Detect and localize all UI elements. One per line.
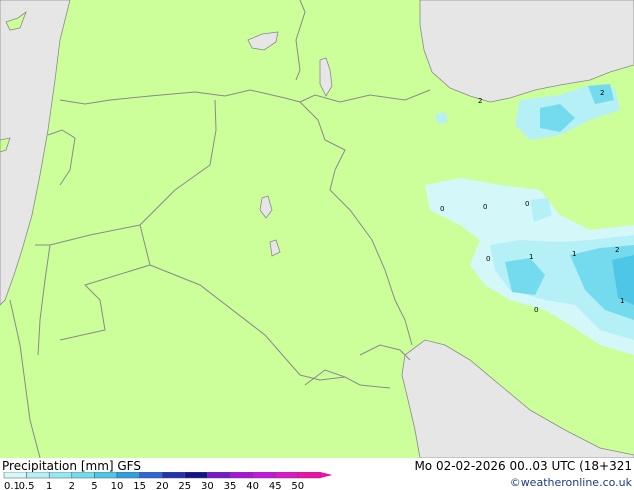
legend-label: 45 xyxy=(269,481,282,490)
legend-swatch xyxy=(184,472,208,479)
legend-label: 5 xyxy=(91,481,97,490)
precip-label: 0 xyxy=(525,200,529,208)
legend-swatch xyxy=(116,472,140,479)
precip-legend: 0.10.5 1 2 5 10 15 20 25 30 35 40 45 50 xyxy=(3,472,333,490)
legend-label: 2 xyxy=(69,481,75,490)
legend-swatch xyxy=(161,472,186,479)
precip-label: 0 xyxy=(440,205,444,213)
precip-label: 1 xyxy=(529,253,533,261)
legend-label: 20 xyxy=(156,481,169,490)
precip-label: 0 xyxy=(486,255,490,263)
legend-swatch xyxy=(207,472,231,479)
legend-label: 10 xyxy=(111,481,124,490)
legend-swatch xyxy=(252,472,276,479)
legend-swatch xyxy=(94,472,118,479)
legend-label: 50 xyxy=(291,481,304,490)
precip-label: 0 xyxy=(483,203,487,211)
legend-swatch xyxy=(274,472,299,479)
legend-label: 25 xyxy=(178,481,191,490)
legend-label: 30 xyxy=(201,481,214,490)
valid-datetime: Mo 02-02-2026 00..03 UTC (18+321 xyxy=(414,459,632,473)
precipitation-map: 2 2 0 0 0 0 1 1 2 1 0 xyxy=(0,0,634,458)
legend-swatch xyxy=(48,472,73,479)
legend-label: 35 xyxy=(224,481,237,490)
legend-label: 1 xyxy=(46,481,52,490)
legend-arrow xyxy=(320,472,333,478)
legend-swatches xyxy=(3,472,333,479)
precip-label: 1 xyxy=(572,250,576,258)
legend-label: 0.1 xyxy=(4,481,20,490)
map-svg: 2 2 0 0 0 0 1 1 2 1 0 xyxy=(0,0,634,458)
legend-swatch xyxy=(229,472,253,479)
credit-link[interactable]: ©weatheronline.co.uk xyxy=(510,476,632,489)
precip-label: 2 xyxy=(600,89,604,97)
legend-label: 40 xyxy=(246,481,259,490)
legend-swatch xyxy=(3,472,27,479)
legend-swatch xyxy=(26,472,50,479)
precip-label: 1 xyxy=(620,297,624,305)
precip-label: 2 xyxy=(478,97,482,105)
legend-label: 0.5 xyxy=(19,481,35,490)
legend-swatch xyxy=(139,472,163,479)
precip-label: 0 xyxy=(534,306,538,314)
map-title: Precipitation [mm] GFS xyxy=(2,459,141,473)
legend-labels: 0.10.5 1 2 5 10 15 20 25 30 35 40 45 50 xyxy=(4,481,304,490)
precip-label: 2 xyxy=(615,246,619,254)
legend-swatch xyxy=(71,472,95,479)
legend-swatch xyxy=(297,472,321,479)
legend-label: 15 xyxy=(133,481,146,490)
